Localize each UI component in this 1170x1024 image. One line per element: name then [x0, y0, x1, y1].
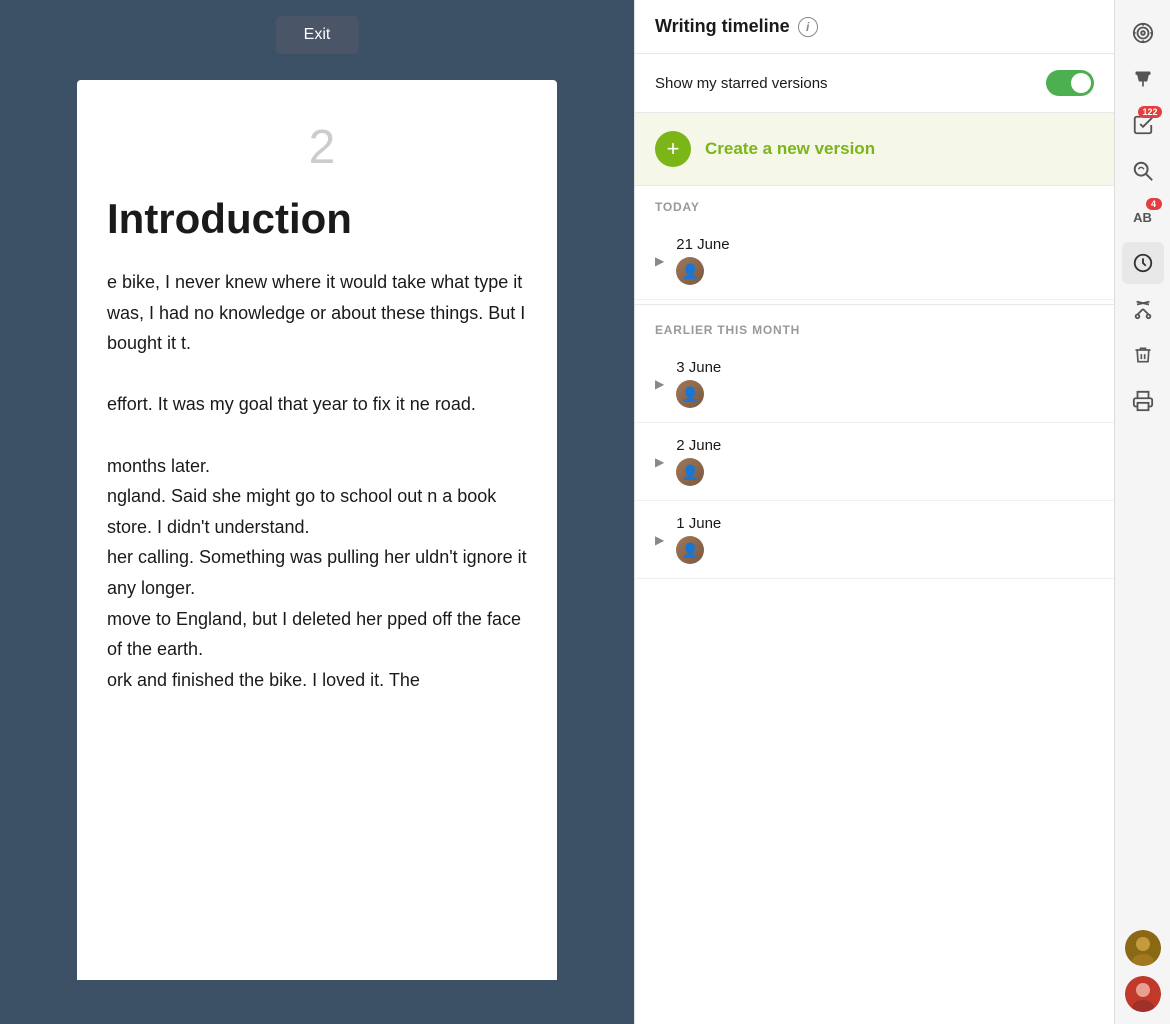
version-item-2june[interactable]: ▶ 2 June 👤 — [635, 423, 1114, 501]
cut-icon[interactable] — [1122, 288, 1164, 330]
print-icon[interactable] — [1122, 380, 1164, 422]
document-content: e bike, I never knew where it would take… — [107, 267, 537, 695]
tasks-icon[interactable]: 122 — [1122, 104, 1164, 146]
section-today: TODAY — [635, 186, 1114, 222]
play-icon-4: ▶ — [655, 533, 664, 547]
starred-versions-row[interactable]: Show my starred versions — [635, 54, 1114, 113]
spellcheck-icon[interactable]: AB 4 — [1122, 196, 1164, 238]
play-icon-3: ▶ — [655, 455, 664, 469]
spellcheck-badge: 4 — [1146, 198, 1162, 210]
divider — [635, 304, 1114, 305]
timeline-header: Writing timeline i — [635, 0, 1114, 54]
info-icon[interactable]: i — [798, 17, 818, 37]
version-date: 21 June — [676, 236, 729, 253]
version-info-2: 3 June 👤 — [676, 359, 721, 408]
trash-icon[interactable] — [1122, 334, 1164, 376]
section-earlier: EARLIER THIS MONTH — [635, 309, 1114, 345]
version-item-1june[interactable]: ▶ 1 June 👤 — [635, 501, 1114, 579]
play-icon: ▶ — [655, 254, 664, 268]
plus-icon: + — [655, 131, 691, 167]
right-toolbar: 122 AB 4 — [1114, 0, 1170, 1024]
goal-icon[interactable] — [1122, 12, 1164, 54]
version-avatar-2: 👤 — [676, 380, 704, 408]
version-date-4: 1 June — [676, 515, 721, 532]
version-info-3: 2 June 👤 — [676, 437, 721, 486]
version-info: 21 June 👤 — [676, 236, 729, 285]
search-icon[interactable] — [1122, 150, 1164, 192]
timeline-panel: Writing timeline i Show my starred versi… — [634, 0, 1114, 1024]
play-icon-2: ▶ — [655, 377, 664, 391]
version-date-2: 3 June — [676, 359, 721, 376]
document-page: 2 Introduction e bike, I never knew wher… — [77, 80, 557, 980]
spellcheck-label: AB — [1133, 210, 1152, 225]
version-avatar-4: 👤 — [676, 536, 704, 564]
tasks-badge: 122 — [1138, 106, 1161, 118]
user-face-1 — [1125, 930, 1161, 966]
user-face-2 — [1125, 976, 1161, 1012]
create-version-row[interactable]: + Create a new version — [635, 113, 1114, 186]
exit-button[interactable]: Exit — [276, 16, 359, 54]
version-item-21june[interactable]: ▶ 21 June 👤 — [635, 222, 1114, 300]
timeline-title: Writing timeline — [655, 16, 790, 37]
editor-area: Exit 2 Introduction e bike, I never knew… — [0, 0, 634, 1024]
version-item-3june[interactable]: ▶ 3 June 👤 — [635, 345, 1114, 423]
history-icon[interactable] — [1122, 242, 1164, 284]
version-date-3: 2 June — [676, 437, 721, 454]
page-number: 2 — [107, 120, 537, 175]
version-avatar: 👤 — [676, 257, 704, 285]
pin-icon[interactable] — [1122, 58, 1164, 100]
user-avatar-1[interactable] — [1125, 930, 1161, 966]
document-title: Introduction — [107, 195, 537, 243]
starred-toggle[interactable] — [1046, 70, 1094, 96]
user-avatar-2[interactable] — [1125, 976, 1161, 1012]
starred-label: Show my starred versions — [655, 75, 828, 92]
version-info-4: 1 June 👤 — [676, 515, 721, 564]
create-version-label: Create a new version — [705, 139, 875, 159]
version-avatar-3: 👤 — [676, 458, 704, 486]
